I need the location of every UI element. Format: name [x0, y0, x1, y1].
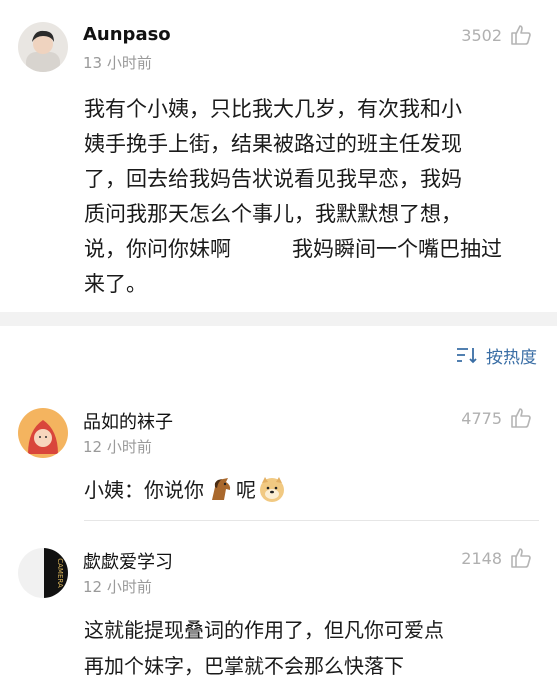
comment-text-middle: 呢 — [236, 478, 256, 502]
post-like-count: 3502 — [461, 26, 502, 45]
post-text-line-5b: 我妈瞬间一个嘴巴抽过 — [292, 237, 502, 261]
thumbs-up-icon[interactable] — [509, 406, 533, 430]
comment-text-line-2: 再加个妹字，巴掌就不会那么快落下 — [84, 654, 404, 678]
post-text-line-6: 来了。 — [84, 272, 147, 296]
comment-text: 小姨：你说你 呢 — [84, 474, 286, 503]
thumbs-up-icon[interactable] — [509, 23, 533, 47]
comment-time: 12 小时前 — [83, 438, 152, 456]
horse-emoji — [212, 477, 231, 500]
thumbs-up-icon[interactable] — [509, 546, 533, 570]
avatar[interactable]: CAMERA — [18, 548, 68, 598]
avatar[interactable] — [18, 408, 68, 458]
avatar[interactable] — [18, 22, 68, 72]
post-text-line-3: 了，回去给我妈告状说看见我早恋，我妈 — [84, 167, 462, 191]
comment-time: 12 小时前 — [83, 578, 152, 596]
post-time: 13 小时前 — [83, 54, 152, 72]
post-text-line-5a: 说，你问你妹啊 — [84, 237, 231, 261]
comment-text-prefix: 小姨：你说你 — [84, 478, 204, 502]
post-username[interactable]: Aunpaso — [83, 24, 171, 45]
main-post: Aunpaso 13 小时前 3502 我有个小姨，只比我大几岁，有次我和小 姨… — [0, 0, 557, 312]
svg-text:CAMERA: CAMERA — [56, 558, 64, 588]
sort-button[interactable]: 按热度 — [456, 340, 537, 370]
section-divider — [0, 312, 557, 326]
post-text-line-4: 质问我那天怎么个事儿，我默默想了想， — [84, 202, 462, 226]
post-text-line-1: 我有个小姨，只比我大几岁，有次我和小 — [84, 97, 462, 121]
comment-username[interactable]: 品如的袜子 — [83, 408, 173, 434]
comment-separator — [84, 520, 539, 521]
post-text-line-2: 姨手挽手上街，结果被路过的班主任发现 — [84, 132, 462, 156]
sort-icon — [457, 348, 477, 364]
comment-like-count: 2148 — [461, 549, 502, 568]
comment-username[interactable]: 歔歔爱学习 — [83, 548, 173, 574]
doge-emoji — [260, 476, 284, 502]
comment-text-line-1: 这就能提现叠词的作用了，但凡你可爱点 — [84, 618, 444, 642]
sort-label: 按热度 — [486, 347, 537, 368]
comment-like-count: 4775 — [461, 409, 502, 428]
